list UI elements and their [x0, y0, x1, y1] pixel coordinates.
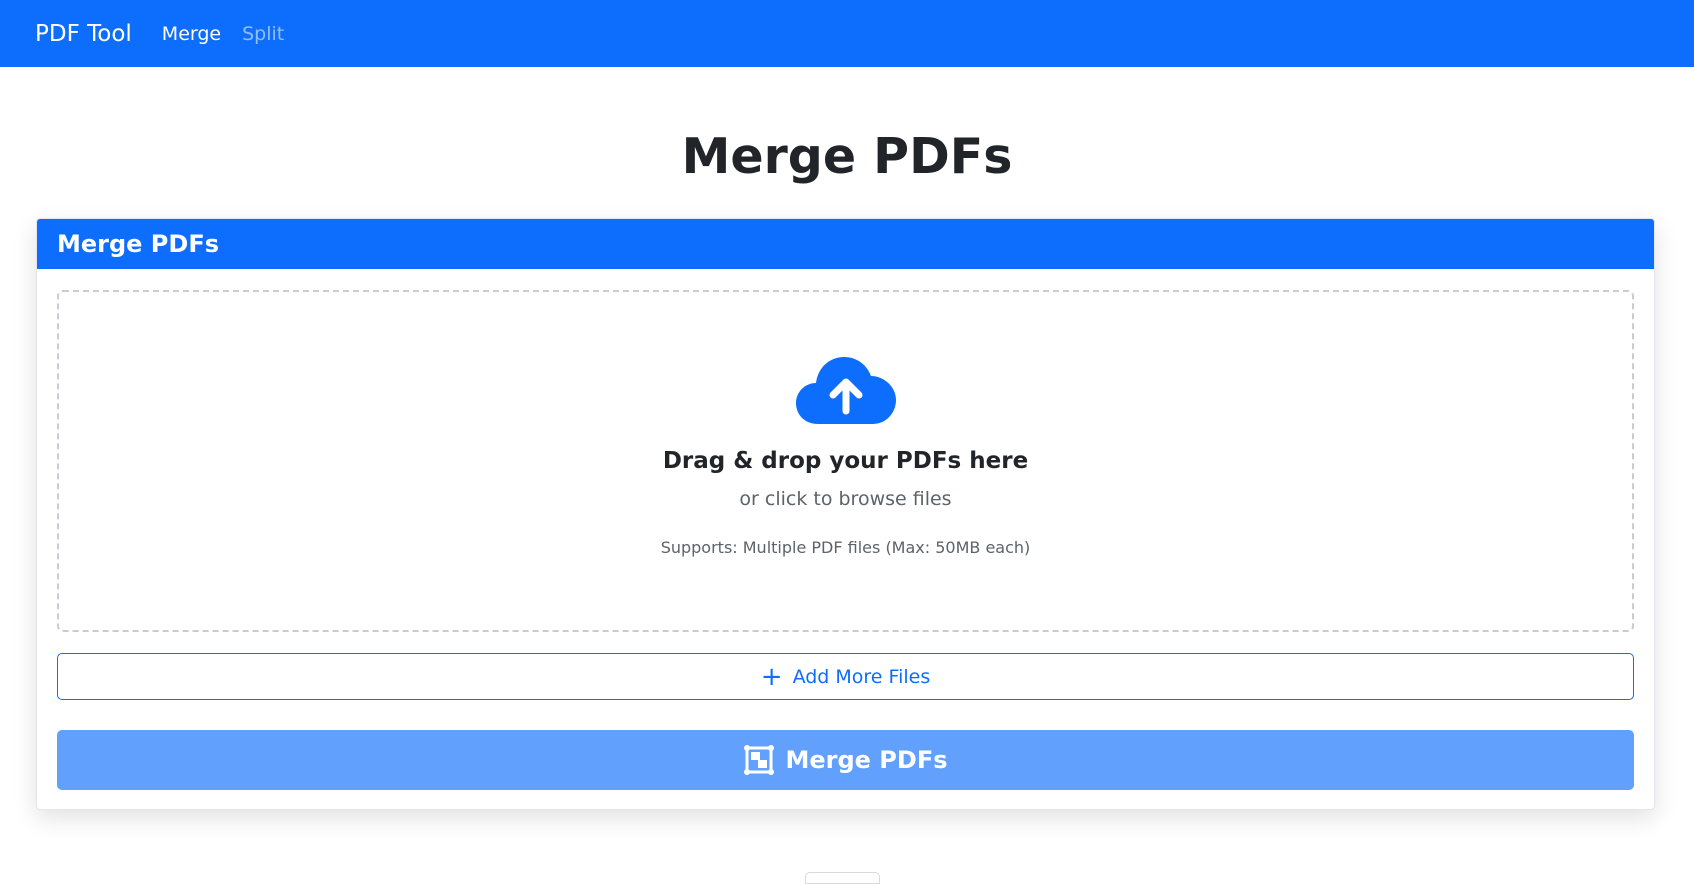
nav-link-split[interactable]: Split [242, 23, 284, 45]
merge-pdfs-label: Merge PDFs [785, 746, 948, 774]
nav-link-merge[interactable]: Merge [162, 23, 221, 45]
bottom-element-edge [805, 872, 880, 884]
brand-logo[interactable]: PDF Tool [35, 21, 132, 47]
merge-card: Merge PDFs Drag & drop your PDFs here or… [36, 218, 1655, 810]
plus-icon: + [760, 661, 783, 692]
add-more-files-label: Add More Files [792, 665, 931, 688]
page-title: Merge PDFs [681, 128, 1013, 185]
dropzone-title: Drag & drop your PDFs here [662, 448, 1029, 474]
merge-pdfs-button[interactable]: Merge PDFs [57, 730, 1634, 790]
navbar: PDF Tool Merge Split [0, 0, 1694, 67]
file-dropzone[interactable]: Drag & drop your PDFs here or click to b… [57, 290, 1634, 632]
cloud-upload-icon [795, 357, 896, 424]
dropzone-subtitle: or click to browse files [739, 488, 952, 510]
merge-icon [743, 745, 774, 775]
add-more-files-button[interactable]: + Add More Files [57, 653, 1634, 700]
dropzone-support-text: Supports: Multiple PDF files (Max: 50MB … [660, 538, 1031, 557]
card-header: Merge PDFs [37, 219, 1654, 269]
